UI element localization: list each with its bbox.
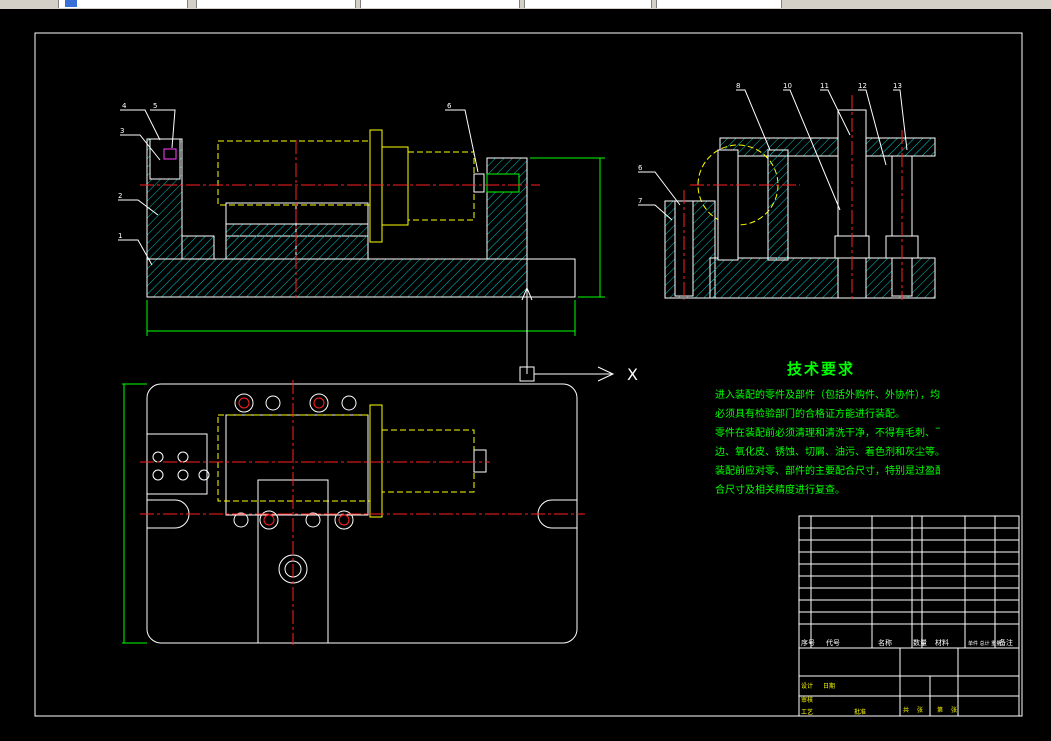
workpiece-flange (369, 129, 383, 243)
ucs-x-axis-label: X (627, 365, 638, 384)
callout-side-6: 6 (638, 164, 643, 172)
header-name: 名称 (878, 638, 892, 647)
cad-drawing-canvas[interactable]: 4 5 3 2 1 6 8 6 7 10 11 12 13 序号 代号 名称 数… (0, 9, 1051, 737)
callout-side-7: 7 (638, 197, 642, 205)
drawing-frame (34, 32, 1023, 717)
plan-shaft (381, 429, 475, 493)
toolbar-field-3[interactable] (360, 0, 520, 8)
side-section-view (638, 89, 936, 300)
callout-side-11: 11 (820, 82, 829, 90)
plan-workpiece (217, 414, 371, 502)
top-clamp-bar (719, 137, 936, 157)
v-block-left (717, 149, 739, 261)
tech-line-5: 装配前应对零、部件的主要配合尺寸，特别是过盈配 (715, 466, 940, 477)
front-section-view (118, 109, 605, 336)
callout-side-10: 10 (783, 82, 792, 90)
plan-pin (473, 449, 487, 473)
callout-2: 2 (118, 192, 122, 200)
workpiece-outline (217, 140, 371, 206)
base-plate (146, 258, 528, 298)
footer-total: 共 (903, 706, 909, 714)
title-block-approval: 设计 审核 工艺 批准 日期 (801, 682, 866, 716)
header-material: 材料 (935, 638, 949, 647)
callout-1: 1 (118, 232, 122, 240)
plan-view (122, 380, 585, 645)
technical-requirements-text: 进入装配的零件及部件（包括外购件、外协件），均 必须具有检验部门的合格证方能进行… (715, 386, 940, 500)
callout-side-13: 13 (893, 82, 902, 90)
tech-line-2: 必须具有检验部门的合格证方能进行装配。 (715, 409, 905, 420)
plan-flange (369, 404, 383, 518)
callout-side-12: 12 (858, 82, 867, 90)
tech-line-4: 边、氧化皮、锈蚀、切屑、油污、着色剂和灰尘等。 (715, 447, 940, 458)
footer-sheets-2: 张 (951, 706, 957, 714)
approval-approve: 批准 (854, 708, 866, 716)
callout-side-8: 8 (736, 82, 740, 90)
callout-5: 5 (153, 102, 157, 110)
approval-design: 设计 (801, 682, 813, 690)
header-qty: 数量 (913, 638, 927, 647)
tech-line-6: 合尺寸及相关精度进行复查。 (715, 485, 845, 496)
callout-3: 3 (120, 127, 124, 135)
toolbar-field-1[interactable] (58, 0, 188, 8)
support-block (225, 223, 369, 260)
callout-6: 6 (447, 102, 452, 110)
header-remark: 备注 (999, 638, 1013, 647)
right-bore (486, 173, 520, 193)
toolbar-field-2[interactable] (196, 0, 356, 8)
header-seq: 序号 (801, 638, 815, 647)
footer-sheets-1: 张 (917, 706, 923, 714)
plan-jaws (225, 414, 369, 516)
toolbar-field-5[interactable] (656, 0, 782, 8)
technical-requirements-title: 技术要求 (787, 360, 856, 378)
right-support (486, 157, 528, 260)
toolbar-field-4[interactable] (524, 0, 652, 8)
ucs-icon (519, 286, 615, 382)
footer-page: 第 (937, 706, 943, 714)
approval-review: 审核 (801, 696, 813, 704)
file-icon (65, 0, 77, 7)
approval-process: 工艺 (801, 708, 813, 716)
workpiece-shaft (407, 151, 475, 221)
workpiece-shoulder (381, 146, 409, 226)
cad-drawing: 4 5 3 2 1 6 8 6 7 10 11 12 13 序号 代号 名称 数… (34, 32, 1023, 717)
tech-line-1: 进入装配的零件及部件（包括外购件、外协件），均 (715, 390, 940, 401)
locating-pin (473, 173, 485, 193)
plan-holes (152, 393, 357, 584)
header-weight: 单件 总计 重量 (968, 640, 1001, 647)
clamp-screw (163, 148, 177, 160)
left-bracket-foot (181, 235, 215, 260)
plan-clamp-block (146, 433, 208, 495)
approval-date: 日期 (823, 682, 835, 690)
title-block-header: 序号 代号 名称 数量 材料 单件 总计 重量 备注 (801, 638, 1013, 647)
header-code: 代号 (826, 638, 840, 647)
tech-line-3: 零件在装配前必须清理和清洗干净，不得有毛刺、飞 (715, 428, 940, 439)
callout-4: 4 (122, 102, 127, 110)
base-plate-end (526, 258, 576, 298)
v-block-right (767, 149, 789, 261)
